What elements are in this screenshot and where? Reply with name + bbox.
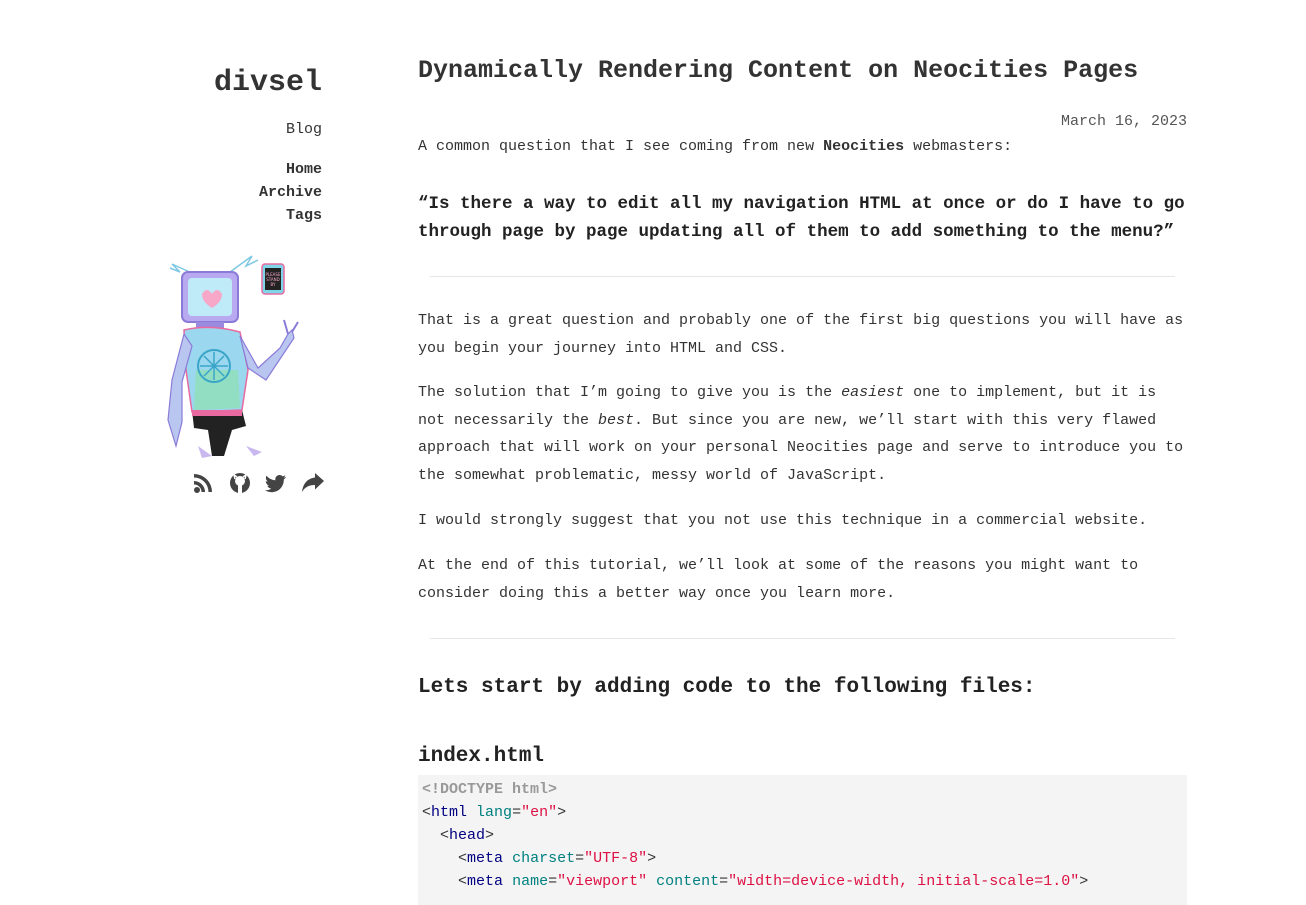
paragraph-3: I would strongly suggest that you not us… — [418, 512, 1148, 529]
github-icon[interactable] — [228, 470, 252, 496]
post-title: Dynamically Rendering Content on Neociti… — [418, 56, 1139, 85]
code-punct: = — [548, 873, 558, 890]
code-punct: > — [1079, 873, 1089, 890]
post-date: March 16, 2023 — [1060, 113, 1187, 130]
code-line: <meta charset="UTF-8"> — [418, 847, 1187, 870]
paragraph-1: That is a great question and probably on… — [418, 312, 1184, 357]
code-string: "UTF-8" — [584, 850, 648, 867]
best-emphasis: best — [598, 411, 635, 429]
file-heading: index.html — [418, 745, 545, 768]
share-icon[interactable] — [300, 470, 324, 496]
nav-item-tags[interactable]: Tags — [259, 204, 322, 227]
intro-text-2: webmasters: — [904, 138, 1013, 155]
code-attr: name — [512, 873, 549, 890]
nav-item-home[interactable]: Home — [259, 158, 322, 181]
code-line: <html lang="en"> — [418, 801, 1187, 824]
rss-icon[interactable] — [192, 470, 216, 496]
twitter-icon[interactable] — [264, 470, 288, 496]
code-attr: charset — [512, 850, 576, 867]
social-links — [192, 470, 324, 496]
code-block: <!DOCTYPE html> <html lang="en"> <head> … — [418, 775, 1187, 905]
code-punct: > — [557, 804, 567, 821]
code-punct: < — [440, 827, 450, 844]
code-tag: head — [449, 827, 486, 844]
blog-link[interactable]: Blog — [286, 121, 322, 138]
code-punct: = — [575, 850, 585, 867]
code-punct: < — [458, 850, 468, 867]
divider — [430, 638, 1175, 639]
code-string: "width=device-width, initial-scale=1.0" — [728, 873, 1080, 890]
code-punct: > — [485, 827, 495, 844]
site-title[interactable]: divsel — [214, 66, 322, 100]
code-punct: > — [647, 850, 657, 867]
code-punct: = — [512, 804, 522, 821]
paragraph-4: At the end of this tutorial, we’ll look … — [418, 557, 1139, 602]
code-attr: lang — [476, 804, 513, 821]
divider — [430, 276, 1175, 277]
p2-text-a: The solution that I’m going to give you … — [418, 384, 842, 401]
code-punct: < — [422, 804, 432, 821]
code-string: "en" — [521, 804, 558, 821]
paragraph-2: The solution that I’m going to give you … — [418, 379, 1187, 489]
code-punct: = — [719, 873, 729, 890]
highlighted-quote: “Is there a way to edit all my navigatio… — [418, 194, 1185, 242]
nav-item-archive[interactable]: Archive — [259, 181, 322, 204]
svg-text:BY: BY — [271, 282, 277, 287]
code-punct: < — [458, 873, 468, 890]
avatar-illustration: PLEASE STAND BY — [167, 255, 299, 458]
neocities-bold: Neocities — [823, 138, 905, 155]
code-tag: html — [431, 804, 468, 821]
code-line: <head> — [418, 824, 1187, 847]
code-attr: content — [656, 873, 720, 890]
code-line: <!DOCTYPE html> — [418, 778, 1187, 801]
code-string: "viewport" — [557, 873, 648, 890]
section-heading: Lets start by adding code to the followi… — [418, 676, 1036, 699]
intro-paragraph: A common question that I see coming from… — [418, 133, 1187, 161]
sidebar-nav: Home Archive Tags — [259, 158, 322, 227]
intro-text-1: A common question that I see coming from… — [418, 138, 824, 155]
code-tag: meta — [467, 873, 504, 890]
easiest-emphasis: easiest — [841, 384, 905, 401]
code-line: <meta name="viewport" content="width=dev… — [418, 870, 1187, 893]
code-tag: meta — [467, 850, 504, 867]
code-doctype: <!DOCTYPE html> — [422, 781, 558, 798]
